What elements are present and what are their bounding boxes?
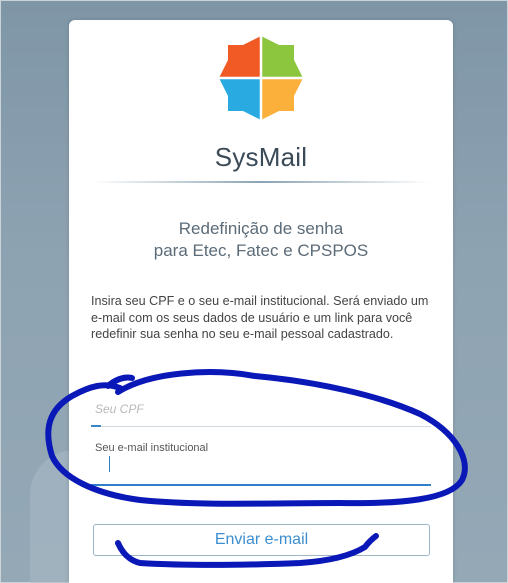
page-subtitle: Redefinição de senha para Etec, Fatec e … [69, 218, 453, 262]
reset-card: SysMail Redefinição de senha para Etec, … [69, 20, 453, 583]
app-title: SysMail [214, 142, 308, 172]
email-underline [91, 484, 431, 486]
cpf-underline [91, 426, 431, 427]
subtitle-line-2: para Etec, Fatec e CPSPOS [153, 241, 369, 260]
email-field: Seu e-mail institucional [91, 438, 431, 486]
subtitle-line-1: Redefinição de senha [178, 219, 344, 238]
text-cursor [109, 456, 110, 472]
send-email-button[interactable]: Enviar e-mail [93, 524, 430, 556]
instructions-text: Insira seu CPF e o seu e-mail institucio… [91, 294, 429, 341]
title-divider [91, 181, 431, 183]
email-field-label: Seu e-mail institucional [95, 442, 209, 454]
cpf-input[interactable] [91, 397, 431, 421]
sysmail-logo-icon [219, 36, 303, 120]
cpf-field [91, 393, 431, 427]
email-input[interactable] [91, 458, 431, 486]
cpf-underline-accent [91, 425, 101, 427]
